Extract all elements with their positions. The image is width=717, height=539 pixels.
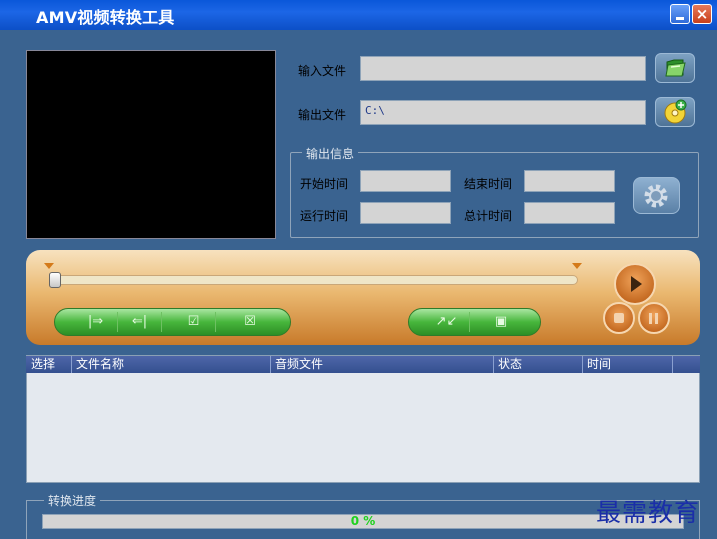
range-end-marker[interactable] [572,263,582,269]
disc-icon [664,99,687,124]
watermark-logo: 最需教育 [596,498,701,527]
play-button[interactable] [614,263,656,305]
window-title: AMV视频转换工具 [36,8,175,27]
output-file-field[interactable]: C:\ [360,100,646,125]
run-time-label: 运行时间 [300,209,349,223]
output-info-title: 输出信息 [302,145,359,162]
column-select[interactable]: 选择 [27,356,72,373]
gear-icon [644,184,668,208]
total-time-field [524,202,615,224]
play-icon [631,276,642,292]
seek-thumb[interactable] [49,272,61,288]
column-audio-file[interactable]: 音频文件 [271,356,494,373]
stop-icon [614,313,624,323]
mark-in-button[interactable]: |⇒ [74,312,118,332]
progress-text: 0 % [350,514,376,528]
input-file-field[interactable] [360,56,646,81]
folder-open-icon [665,59,686,77]
pause-icon [649,313,652,324]
pause-button[interactable] [638,302,670,334]
select-all-button[interactable]: ☑ [172,312,216,332]
column-time[interactable]: 时间 [583,356,673,373]
title-bar[interactable]: AMV视频转换工具 × [0,0,717,30]
end-time-field [524,170,615,192]
file-list[interactable] [26,355,700,483]
column-status[interactable]: 状态 [494,356,583,373]
run-time-field [360,202,451,224]
start-time-label: 开始时间 [300,177,349,191]
convert-button[interactable]: ↗↙ [424,312,470,332]
app-window: AMV视频转换工具 × 输入文件 输出文件 C:\ 输出信息 开始时间 结束时间… [0,0,717,539]
video-preview [26,50,276,239]
output-file-label: 输出文件 [298,108,347,122]
range-start-marker[interactable] [44,263,54,269]
input-file-label: 输入文件 [298,64,347,78]
stop-convert-button[interactable]: ▣ [478,312,524,332]
open-output-button[interactable] [655,97,695,127]
close-button[interactable]: × [692,4,712,24]
start-time-field [360,170,451,192]
mark-out-button[interactable]: ⇐| [118,312,162,332]
seek-track[interactable] [52,275,578,285]
settings-button[interactable] [633,177,680,214]
minimize-button[interactable] [670,4,690,24]
progress-bar: 0 % [42,514,684,529]
deselect-button[interactable]: ☒ [228,312,272,332]
open-input-button[interactable] [655,53,695,83]
progress-title: 转换进度 [44,492,101,509]
stop-button[interactable] [603,302,635,334]
total-time-label: 总计时间 [464,209,513,223]
column-filename[interactable]: 文件名称 [72,356,271,373]
end-time-label: 结束时间 [464,177,513,191]
